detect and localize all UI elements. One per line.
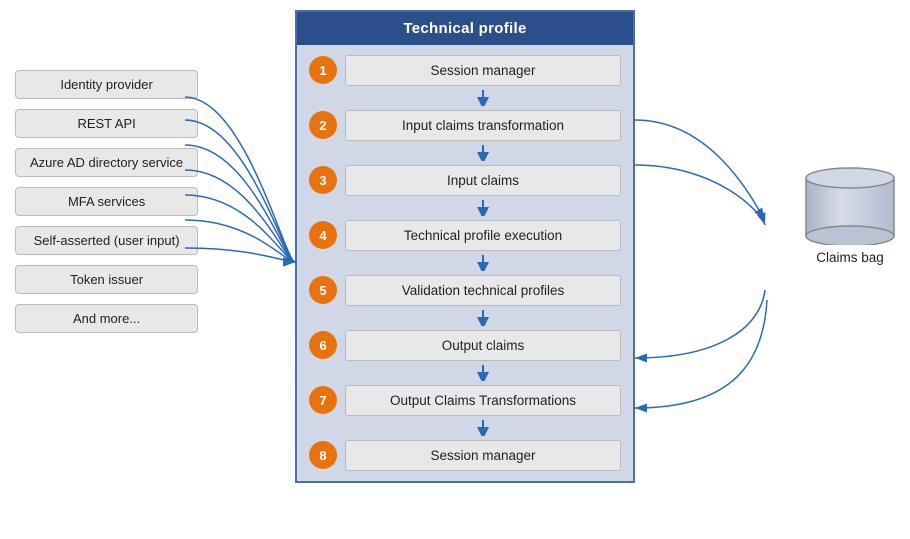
claims-bag-group: Claims bag — [805, 160, 895, 265]
step-badge-7: 7 — [309, 386, 337, 414]
arrow-1-2 — [345, 90, 621, 106]
step-badge-6: 6 — [309, 331, 337, 359]
left-item-token-issuer: Token issuer — [15, 265, 198, 294]
step-row-4: 4 Technical profile execution — [309, 220, 621, 251]
left-item-rest-api: REST API — [15, 109, 198, 138]
step-badge-8: 8 — [309, 441, 337, 469]
arrow-6-7 — [345, 365, 621, 381]
step-badge-3: 3 — [309, 166, 337, 194]
left-item-mfa: MFA services — [15, 187, 198, 216]
arrow-4-5 — [345, 255, 621, 271]
step-box-7: Output Claims Transformations — [345, 385, 621, 416]
cylinder-svg — [805, 160, 895, 245]
step-row-3: 3 Input claims — [309, 165, 621, 196]
step-row-7: 7 Output Claims Transformations — [309, 385, 621, 416]
step-box-4: Technical profile execution — [345, 220, 621, 251]
step-row-8: 8 Session manager — [309, 440, 621, 471]
step-box-8: Session manager — [345, 440, 621, 471]
step-badge-5: 5 — [309, 276, 337, 304]
left-item-azure-ad: Azure AD directory service — [15, 148, 198, 177]
arrow-7-8 — [345, 420, 621, 436]
arrow-5-6 — [345, 310, 621, 326]
diagram-container: Identity provider REST API Azure AD dire… — [15, 10, 895, 530]
left-item-and-more: And more... — [15, 304, 198, 333]
arrow-2-3 — [345, 145, 621, 161]
step-row-6: 6 Output claims — [309, 330, 621, 361]
step-badge-2: 2 — [309, 111, 337, 139]
tp-panel-header: Technical profile — [297, 12, 633, 45]
technical-profile-panel: Technical profile 1 Session manager 2 In… — [295, 10, 635, 483]
step-box-3: Input claims — [345, 165, 621, 196]
step-box-6: Output claims — [345, 330, 621, 361]
step-row-2: 2 Input claims transformation — [309, 110, 621, 141]
step-badge-1: 1 — [309, 56, 337, 84]
step-row-5: 5 Validation technical profiles — [309, 275, 621, 306]
claims-bag-label: Claims bag — [816, 250, 884, 265]
step-box-5: Validation technical profiles — [345, 275, 621, 306]
arrow-3-4 — [345, 200, 621, 216]
left-boxes-group: Identity provider REST API Azure AD dire… — [15, 70, 198, 333]
left-item-identity-provider: Identity provider — [15, 70, 198, 99]
claims-bag-cylinder — [805, 160, 895, 240]
step-row-1: 1 Session manager — [309, 55, 621, 86]
left-item-self-asserted: Self-asserted (user input) — [15, 226, 198, 255]
step-box-1: Session manager — [345, 55, 621, 86]
step-box-2: Input claims transformation — [345, 110, 621, 141]
tp-panel-body: 1 Session manager 2 Input claims transfo… — [297, 45, 633, 481]
step-badge-4: 4 — [309, 221, 337, 249]
